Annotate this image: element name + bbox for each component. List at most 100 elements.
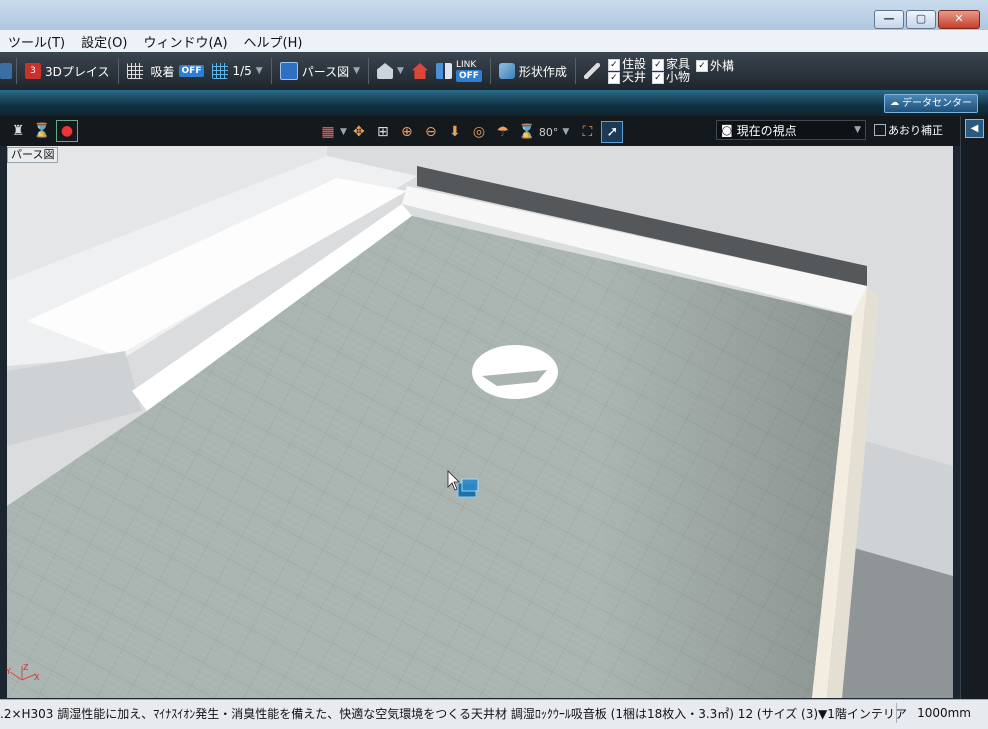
check-icon: ✓ (607, 71, 620, 84)
view-mode-dropdown[interactable]: パース図 ▼ (276, 57, 364, 85)
filter-ceiling-label: 天井 (621, 70, 646, 84)
link-label: LINK (455, 60, 477, 70)
filter-exterior[interactable]: ✓ 外構 (695, 57, 734, 74)
fly-icon[interactable]: ⌛ (32, 121, 52, 141)
check-icon: ✓ (695, 59, 708, 72)
grid-scale-value: 1/5 (232, 64, 252, 78)
snap-label: 吸着 (150, 64, 175, 79)
grid-icon (126, 63, 143, 79)
perspective-icon (279, 62, 298, 80)
filter-ceiling[interactable]: ✓ 天井 (607, 70, 646, 84)
svg-text:Y: Y (6, 667, 11, 676)
status-scale: 1000mm (896, 703, 971, 723)
building-dropdown[interactable]: ▼ (373, 57, 408, 85)
tilt-correction[interactable]: あおり補正 (874, 122, 943, 138)
menu-settings[interactable]: 設定(O) (73, 32, 135, 51)
viewpoint-value: 現在の視点 (736, 123, 797, 138)
house-button[interactable] (408, 57, 432, 85)
viewport-label: パース図 (7, 147, 59, 163)
maximize-button[interactable]: ▢ (906, 10, 936, 29)
grid-scale-dropdown[interactable]: 1/5 ▼ (208, 57, 266, 85)
grid-scale-icon (212, 63, 229, 79)
axis-indicator-icon: Z Y X (5, 662, 42, 685)
move-down-icon[interactable]: ⬇ (445, 122, 465, 142)
3d-place-icon: 3 (25, 63, 41, 79)
room-render (7, 146, 953, 698)
chevron-down-icon: ▼ (353, 66, 361, 76)
walk-through-icon[interactable]: ☂ (493, 122, 513, 142)
place3d-label: 3Dプレイス (45, 64, 110, 79)
datacenter-button[interactable]: ☁ データセンター (884, 94, 978, 113)
close-button[interactable]: ✕ (938, 10, 980, 29)
check-icon: ✓ (607, 58, 620, 71)
fov-icon[interactable]: ⌛ (517, 122, 537, 142)
panel-collapse-button[interactable]: ◀ (965, 119, 984, 138)
chevron-down-icon[interactable]: ▼ (340, 127, 347, 137)
status-bar: .2×H303 調湿性能に加え、ﾏｲﾅｽｲｵﾝ発生・消臭性能を備えた、快適な空気… (0, 699, 988, 729)
camera-tools: ▦ ▼ ✥ ⊞ ⊕ ⊖ ⬇ ◎ ☂ ⌛ 80° ▼ ⛶ ➚ (316, 121, 625, 143)
record-icon[interactable]: ● (56, 120, 78, 142)
tilt-checkbox (874, 124, 886, 136)
select-cursor-icon[interactable]: ➚ (601, 121, 624, 143)
display-filter-group: ✓ 住設 ✓ 家具 ✓ 天井 ✓ 小物 (607, 58, 690, 84)
chevron-down-icon: ▼ (255, 66, 263, 76)
measure-button[interactable] (580, 57, 604, 85)
ruler-icon (583, 63, 600, 79)
view-mode-value: パース図 (301, 64, 350, 79)
svg-text:Z: Z (23, 663, 29, 672)
filter-accessories-label: 小物 (665, 70, 690, 84)
svg-text:X: X (34, 673, 40, 682)
camera-icon: ◙ (721, 123, 733, 137)
menu-tools[interactable]: ツール(T) (0, 32, 73, 51)
partial-icon[interactable] (0, 63, 12, 79)
title-bar: — ▢ ✕ (0, 0, 988, 31)
chevron-down-icon[interactable]: ▼ (562, 127, 569, 137)
filter-exterior-label: 外構 (709, 59, 734, 73)
house-icon (411, 63, 428, 79)
toolbar-separator (16, 58, 17, 84)
link-icon (435, 63, 452, 79)
menu-help[interactable]: ヘルプ(H) (236, 32, 311, 51)
filter-accessories[interactable]: ✓ 小物 (651, 70, 690, 84)
toolbar-separator (574, 58, 576, 84)
toolbar-separator (489, 58, 491, 84)
walk-icon[interactable]: ♜ (8, 121, 28, 141)
fov-value: 80° (538, 125, 559, 139)
pan-icon[interactable]: ✥ (349, 122, 369, 142)
shape-create-button[interactable]: 形状作成 (495, 57, 571, 85)
shape-label: 形状作成 (518, 64, 567, 79)
render-mode-icon[interactable]: ▦ (318, 122, 338, 142)
check-icon: ✓ (651, 58, 664, 71)
snap-state-badge: OFF (178, 65, 205, 77)
chevron-down-icon: ▼ (854, 125, 861, 135)
place3d-button[interactable]: 3 3Dプレイス (21, 57, 114, 85)
tilt-label: あおり補正 (888, 124, 943, 137)
chevron-down-icon: ▼ (397, 66, 404, 76)
toolbar-separator (368, 58, 370, 84)
check-icon: ✓ (651, 71, 664, 84)
fit-all-icon[interactable]: ⛶ (577, 122, 597, 142)
main-toolbar: 3 3Dプレイス 吸着 OFF 1/5 ▼ パース図 ▼ ▼ LINK OFF … (0, 52, 988, 91)
minimize-button[interactable]: — (874, 10, 904, 29)
status-message: .2×H303 調湿性能に加え、ﾏｲﾅｽｲｵﾝ発生・消臭性能を備えた、快適な空気… (0, 707, 907, 721)
toolbar-separator (117, 58, 119, 84)
datacenter-label: データセンター (902, 98, 972, 109)
toolbar-separator (270, 58, 272, 84)
orbit-icon[interactable]: ◎ (469, 122, 489, 142)
menu-bar: ツール(T) 設定(O) ウィンドウ(A) ヘルプ(H) (0, 30, 988, 53)
view-toolbar: ♜ ⌛ ● ▦ ▼ ✥ ⊞ ⊕ ⊖ ⬇ ◎ ☂ ⌛ 80° ▼ ⛶ ➚ ◙ 現在… (0, 116, 960, 146)
zoom-out-icon[interactable]: ⊖ (421, 122, 441, 142)
zoom-in-icon[interactable]: ⊕ (397, 122, 417, 142)
zoom-window-icon[interactable]: ⊞ (373, 122, 393, 142)
building-icon (377, 63, 394, 79)
grid-button[interactable] (123, 57, 147, 85)
snap-toggle[interactable]: 吸着 OFF (147, 57, 209, 85)
menu-window[interactable]: ウィンドウ(A) (135, 32, 235, 51)
viewpoint-select[interactable]: ◙ 現在の視点 ▼ (716, 120, 866, 140)
perspective-viewport[interactable] (7, 146, 953, 698)
cloud-icon: ☁ (890, 98, 899, 108)
link-toggle[interactable]: LINK OFF (432, 57, 486, 85)
datacenter-strip: ☁ データセンター (0, 90, 988, 116)
shape-icon (498, 63, 515, 79)
window-controls: — ▢ ✕ (874, 10, 980, 29)
